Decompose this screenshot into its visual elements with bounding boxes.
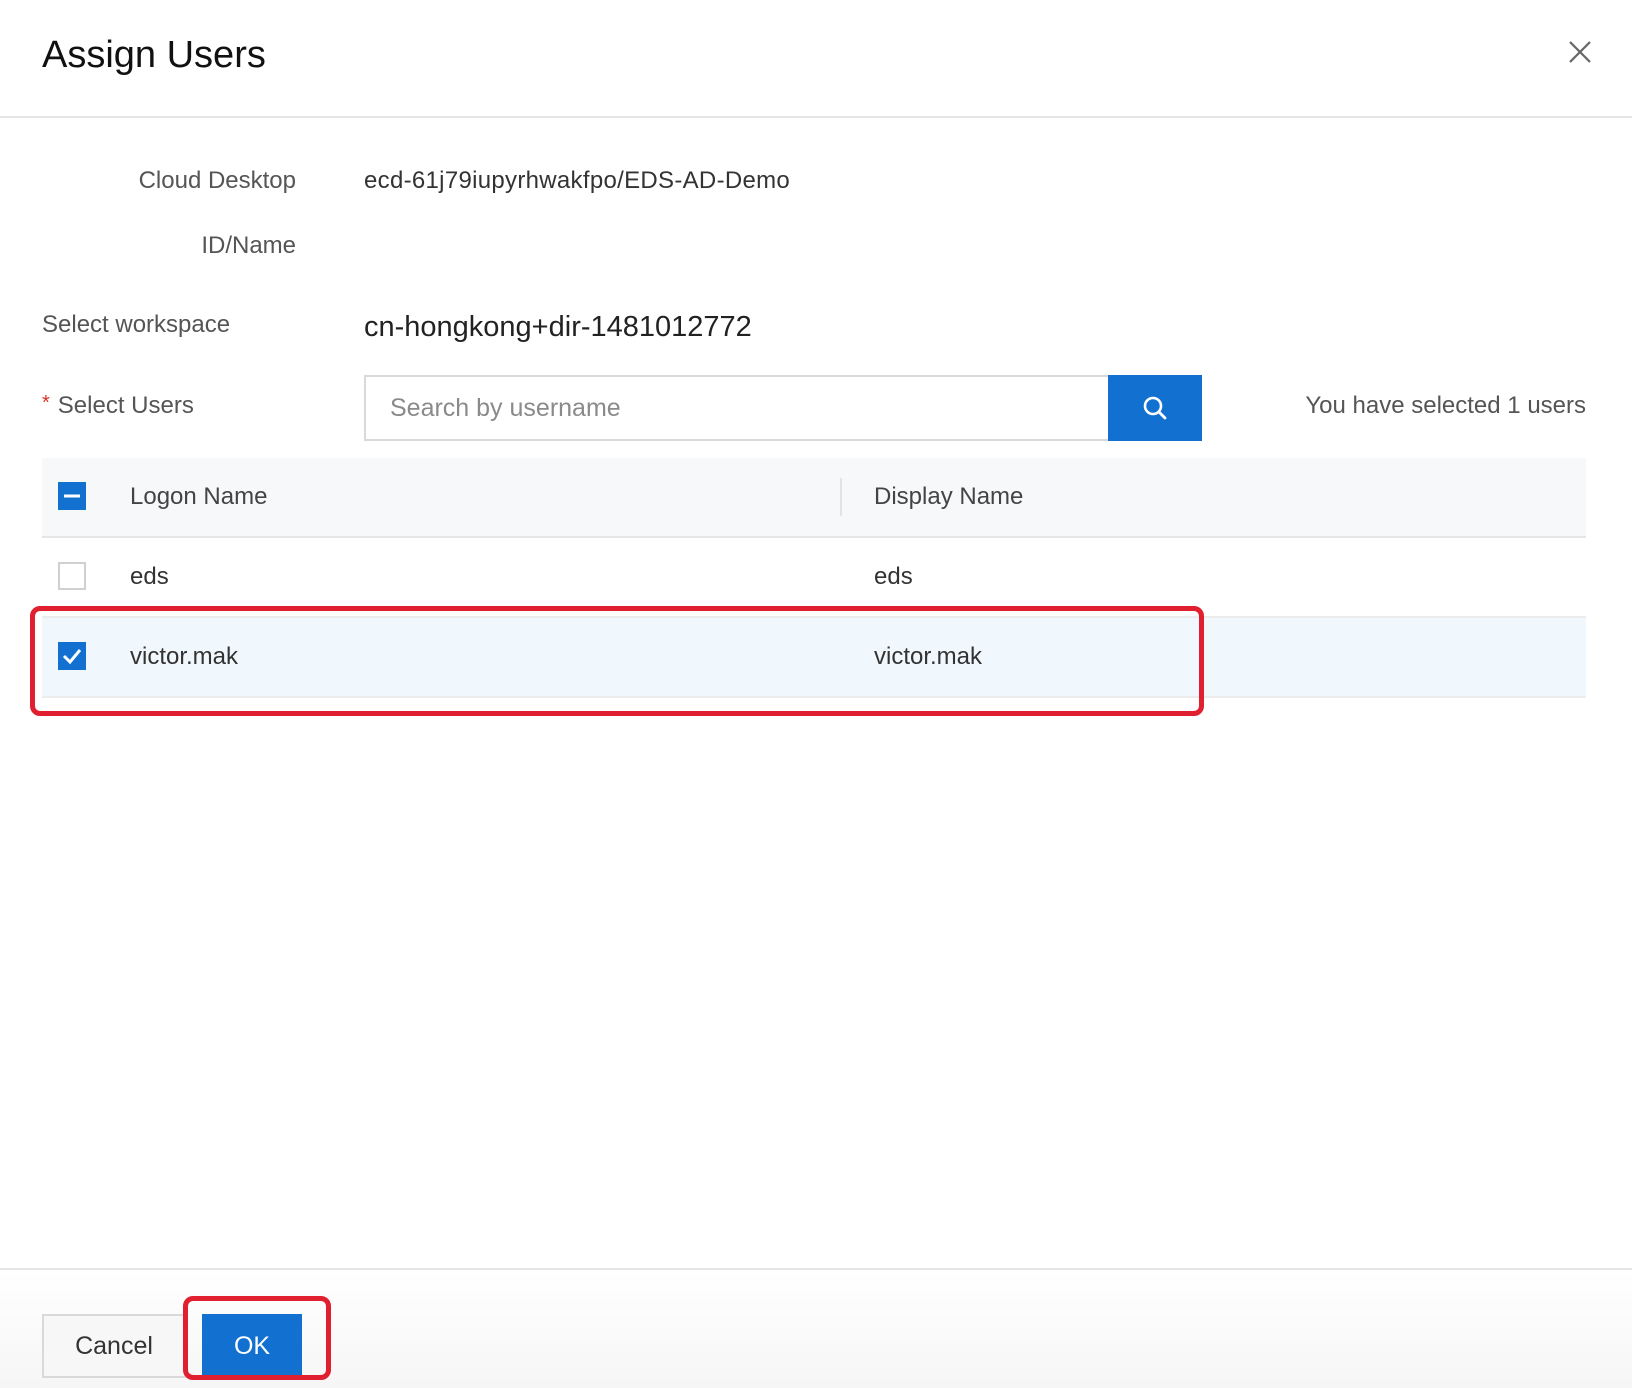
table-header: Logon Name Display Name bbox=[42, 458, 1586, 538]
column-header-logon-name: Logon Name bbox=[130, 483, 268, 510]
search-button[interactable] bbox=[1108, 375, 1202, 441]
column-divider[interactable] bbox=[840, 478, 842, 516]
ok-button[interactable]: OK bbox=[202, 1314, 302, 1378]
display-name-cell: eds bbox=[874, 563, 913, 590]
required-marker: * bbox=[42, 392, 50, 414]
cloud-desktop-label: Cloud Desktop bbox=[138, 167, 296, 194]
row-checkbox[interactable] bbox=[58, 562, 86, 590]
user-search bbox=[364, 375, 1202, 441]
select-users-label-text: Select Users bbox=[57, 392, 194, 419]
cloud-desktop-value: ecd-61j79iupyrhwakfpo/EDS-AD-Demo bbox=[364, 167, 791, 194]
select-users-label: * Select Users bbox=[42, 392, 194, 420]
logon-name-cell: victor.mak bbox=[130, 643, 239, 670]
workspace-label: Select workspace bbox=[42, 311, 231, 338]
selected-count-text: You have selected 1 users bbox=[1305, 392, 1586, 419]
table-row[interactable]: eds eds bbox=[42, 538, 1586, 618]
assign-users-dialog: Assign Users Cloud Desktop ID/Name ecd-6… bbox=[0, 0, 1632, 1388]
row-checkbox[interactable] bbox=[58, 642, 86, 670]
column-header-display-name: Display Name bbox=[874, 483, 1024, 510]
cancel-button[interactable]: Cancel bbox=[42, 1314, 186, 1378]
logon-name-cell: eds bbox=[130, 563, 169, 590]
dialog-header: Assign Users bbox=[0, 0, 1632, 118]
cloud-desktop-label-idname: ID/Name bbox=[201, 232, 296, 259]
display-name-cell: victor.mak bbox=[874, 643, 983, 670]
table-row[interactable]: victor.mak victor.mak bbox=[42, 618, 1586, 698]
users-table: Logon Name Display Name eds eds victor.m… bbox=[42, 458, 1586, 698]
search-icon bbox=[1108, 396, 1202, 444]
search-input[interactable] bbox=[364, 375, 1108, 441]
close-icon[interactable] bbox=[1566, 38, 1594, 66]
select-all-checkbox[interactable] bbox=[58, 482, 86, 510]
workspace-value: cn-hongkong+dir-1481012772 bbox=[364, 311, 752, 343]
dialog-title: Assign Users bbox=[42, 34, 266, 76]
